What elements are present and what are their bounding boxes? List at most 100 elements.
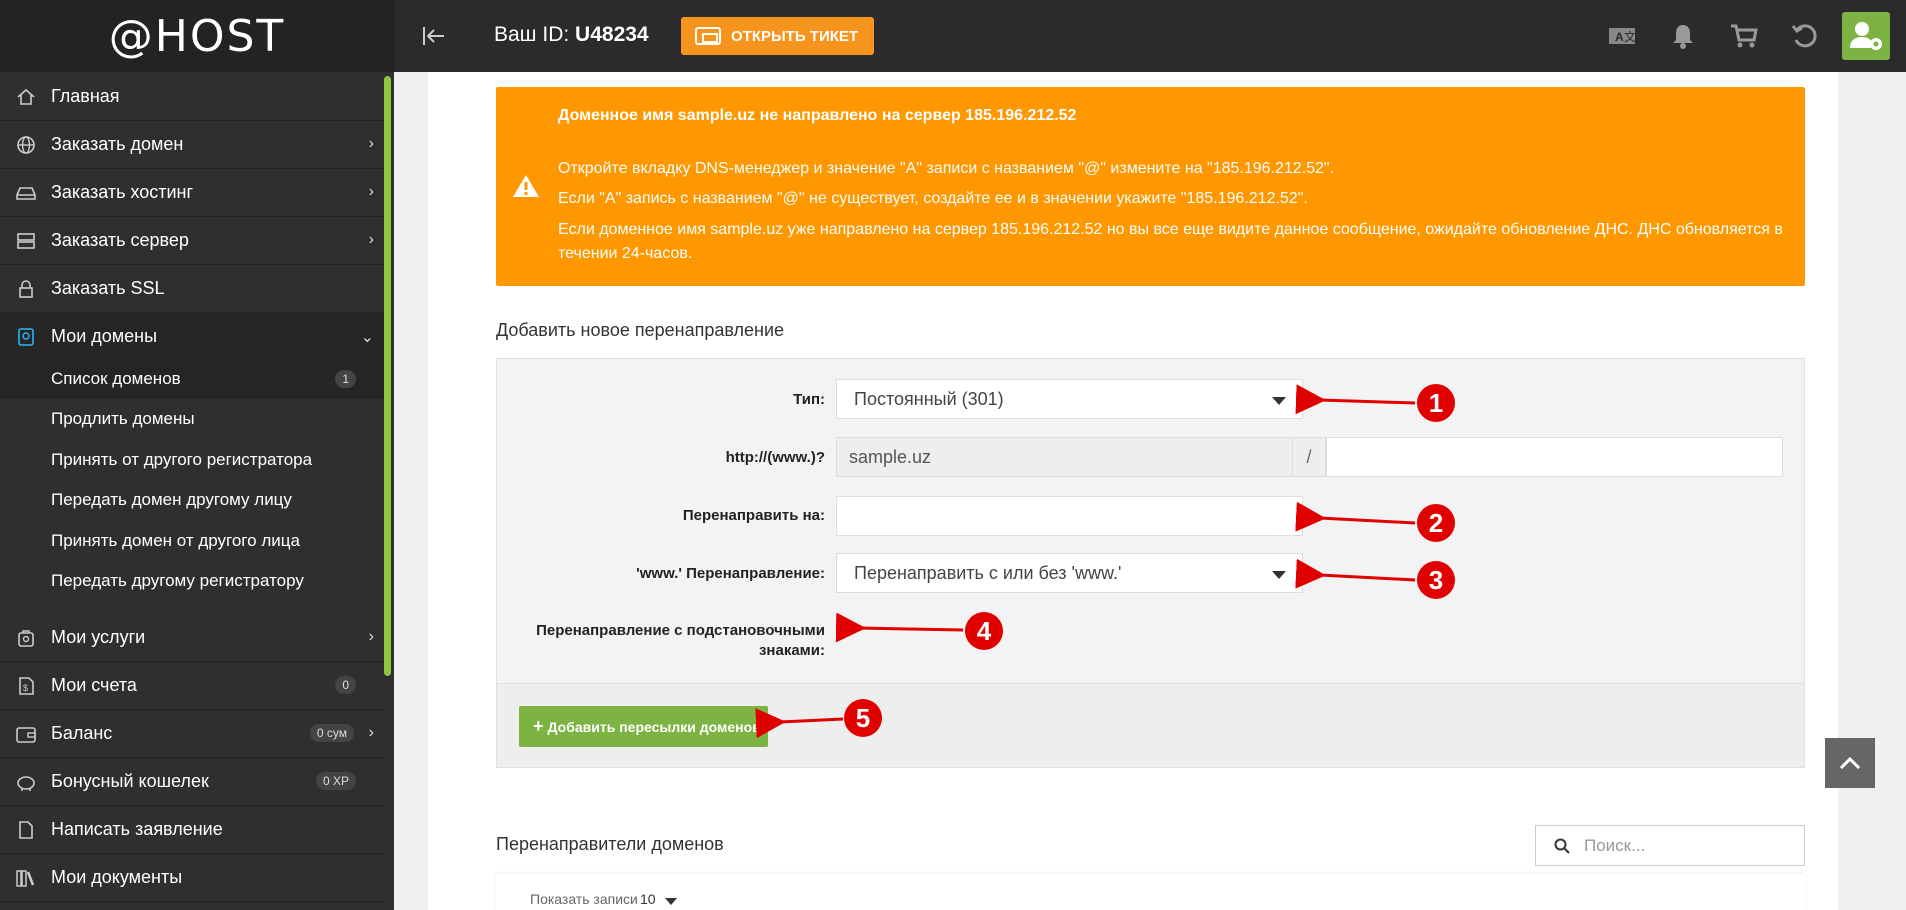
sidebar-item-order-domain[interactable]: Заказать домен ›	[0, 121, 384, 169]
sidebar-subitem-label: Передать другому регистратору	[51, 571, 304, 590]
translate-icon[interactable]: A文	[1606, 20, 1638, 52]
user-id: Ваш ID: U48234	[494, 23, 649, 47]
sidebar-item-my-services[interactable]: Мои услуги ›	[0, 614, 384, 662]
domain-value: sample.uz	[849, 446, 932, 467]
redirect-type-select[interactable]: Постоянный (301)	[836, 379, 1303, 419]
redirect-type-value: Постоянный (301)	[854, 388, 1004, 409]
redirects-list-title: Перенаправители доменов	[496, 834, 724, 854]
user-id-value: U48234	[575, 23, 649, 46]
caret-down-icon[interactable]	[665, 898, 677, 905]
services-icon	[15, 627, 37, 649]
alert-text-line: Если доменное имя sample.uz уже направле…	[558, 221, 1783, 238]
sidebar-item-my-invoices[interactable]: $ Мои счета 0	[0, 662, 384, 710]
lock-icon	[15, 278, 37, 300]
wildcard-label-cont: знаками:	[758, 642, 825, 659]
sidebar-subitem-transfer-in[interactable]: Принять от другого регистратора	[0, 440, 384, 480]
add-redirect-button[interactable]: + Добавить пересылки доменов	[519, 706, 768, 747]
scroll-to-top-button[interactable]	[1825, 738, 1875, 788]
svg-text:$: $	[23, 683, 28, 693]
add-redirect-title: Добавить новое перенаправление	[496, 320, 785, 340]
alert-text-line: течении 24-часов.	[558, 245, 693, 262]
sidebar-subitem-label: Список доменов	[51, 369, 181, 388]
caret-down-icon	[1272, 397, 1286, 405]
show-entries-select[interactable]: 10	[640, 891, 656, 907]
sidebar-item-order-ssl[interactable]: Заказать SSL	[0, 265, 384, 313]
xp-badge: 0 XP	[315, 772, 356, 790]
sidebar-subitem-receive-domain[interactable]: Принять домен от другого лица	[0, 521, 384, 561]
svg-text:文: 文	[1624, 29, 1636, 44]
sidebar-item-label: Главная	[51, 86, 120, 106]
redirect-to-input[interactable]	[836, 496, 1303, 536]
redirects-table	[496, 874, 1805, 910]
path-separator: /	[1293, 437, 1326, 477]
sidebar-item-label: Заказать сервер	[51, 230, 189, 250]
sidebar-subitem-transfer-out[interactable]: Передать другому регистратору	[0, 561, 384, 601]
invoice-icon: $	[15, 675, 37, 697]
user-id-label: Ваш ID:	[494, 23, 570, 46]
sidebar-subitem-label: Продлить домены	[51, 409, 195, 428]
user-settings-icon[interactable]	[1842, 12, 1890, 60]
sidebar-subitem-label: Принять от другого регистратора	[51, 450, 313, 469]
sidebar-item-balance[interactable]: Баланс 0 сум ›	[0, 710, 384, 758]
sidebar-item-label: Мои документы	[51, 867, 183, 887]
path-input[interactable]	[1326, 437, 1783, 477]
server-icon	[15, 230, 37, 252]
bell-icon[interactable]	[1667, 20, 1699, 52]
sidebar-item-label: Написать заявление	[51, 819, 223, 839]
sidebar-subitem-label: Передать домен другому лицу	[51, 490, 292, 509]
count-badge: 1	[335, 370, 356, 388]
sidebar-subitem-renew-domains[interactable]: Продлить домены	[0, 399, 384, 439]
redirect-to-label: Перенаправить на:	[682, 507, 825, 524]
chevron-down-icon: ⌄	[360, 329, 374, 346]
search-placeholder: Поиск...	[1584, 835, 1646, 855]
add-redirect-label: Добавить пересылки доменов	[547, 718, 761, 735]
www-redirect-select[interactable]: Перенаправить с или без 'www.'	[836, 553, 1303, 593]
chevron-up-icon	[1839, 756, 1861, 770]
http-prefix-label: http://(www.)?	[725, 449, 825, 466]
sidebar-item-my-domains[interactable]: Мои домены ⌄	[0, 313, 384, 361]
balance-badge: 0 сум	[309, 724, 354, 742]
chevron-right-icon: ›	[368, 724, 374, 741]
sidebar-item-order-server[interactable]: Заказать сервер ›	[0, 217, 384, 265]
wildcard-checkbox[interactable]	[838, 622, 851, 635]
sidebar-item-write-statement[interactable]: Написать заявление	[0, 806, 384, 854]
search-icon	[1554, 838, 1570, 854]
open-ticket-button[interactable]: ОТКРЫТЬ ТИКЕТ	[681, 17, 874, 55]
sidebar-item-label: Заказать SSL	[51, 278, 165, 298]
domain-icon	[15, 326, 37, 348]
document-icon	[15, 819, 37, 841]
plus-icon: +	[533, 716, 544, 736]
search-input[interactable]: Поиск...	[1535, 825, 1805, 866]
sidebar-scrollbar[interactable]	[384, 76, 391, 676]
sidebar-item-label: Заказать хостинг	[51, 182, 194, 202]
top-bar: @HOST Ваш ID: U48234 ОТКРЫТЬ ТИКЕТ A文	[0, 0, 1906, 72]
sidebar-item-label: Мои домены	[51, 326, 158, 346]
sidebar-item-my-documents[interactable]: Мои документы	[0, 854, 384, 902]
globe-icon	[15, 134, 37, 156]
sidebar-subitem-domain-list[interactable]: Список доменов 1	[0, 359, 384, 399]
sidebar-item-home[interactable]: Главная	[0, 73, 384, 121]
www-redirect-value: Перенаправить с или без 'www.'	[854, 562, 1122, 583]
books-icon	[15, 867, 37, 889]
chevron-right-icon: ›	[368, 183, 374, 200]
sidebar-subitem-give-domain[interactable]: Передать домен другому лицу	[0, 480, 384, 520]
piggy-bank-icon	[15, 771, 37, 793]
sidebar-item-order-hosting[interactable]: Заказать хостинг ›	[0, 169, 384, 217]
sidebar-subitem-label: Принять домен от другого лица	[51, 531, 300, 550]
sidebar-item-bonus-wallet[interactable]: Бонусный кошелек 0 XP	[0, 758, 384, 806]
cart-icon[interactable]	[1728, 20, 1760, 52]
sidebar-item-label: Мои счета	[51, 675, 137, 695]
show-entries-label: Показать записи	[530, 891, 638, 907]
count-badge: 0	[335, 676, 356, 694]
type-label: Тип:	[793, 391, 825, 408]
refresh-icon[interactable]	[1789, 20, 1821, 52]
www-redirect-label: 'www.' Перенаправление:	[636, 565, 825, 582]
warning-icon	[512, 173, 540, 199]
sidebar-item-label: Бонусный кошелек	[51, 771, 209, 791]
hdd-icon	[15, 182, 37, 204]
wallet-icon	[15, 723, 37, 745]
svg-text:A: A	[1615, 30, 1624, 44]
logo[interactable]: @HOST	[0, 0, 394, 72]
collapse-sidebar-icon[interactable]	[418, 22, 450, 50]
chevron-right-icon: ›	[368, 628, 374, 645]
